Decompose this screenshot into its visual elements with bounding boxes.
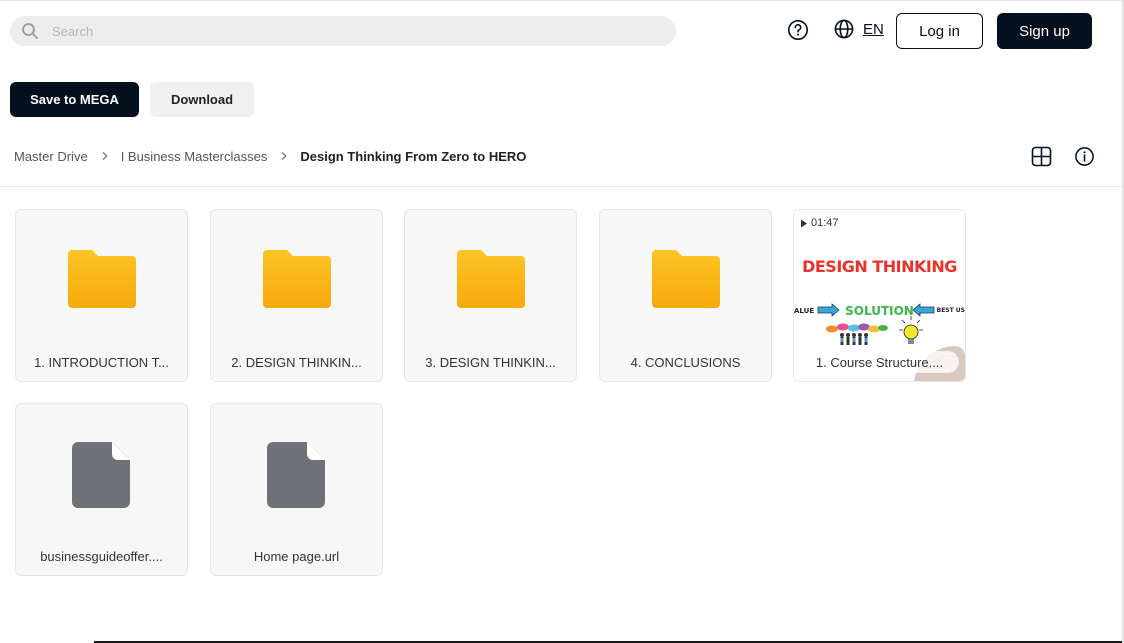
- play-icon: [801, 219, 807, 227]
- item-label: 3. DESIGN THINKIN...: [425, 355, 556, 370]
- folder-card[interactable]: 3. DESIGN THINKIN...: [404, 209, 577, 382]
- thumbnail-right-text: BEST US: [936, 307, 965, 314]
- search-input[interactable]: [52, 16, 652, 46]
- folder-card[interactable]: 4. CONCLUSIONS: [599, 209, 772, 382]
- download-button[interactable]: Download: [150, 82, 254, 117]
- chevron-right-icon: [102, 152, 108, 160]
- signup-button[interactable]: Sign up: [997, 13, 1092, 49]
- item-label: Home page.url: [253, 549, 340, 564]
- login-button[interactable]: Log in: [896, 13, 983, 49]
- folder-card[interactable]: 1. INTRODUCTION T...: [15, 209, 188, 382]
- breadcrumb-item-current: Design Thinking From Zero to HERO: [300, 148, 527, 164]
- file-card[interactable]: businessguideoffer....: [15, 403, 188, 576]
- video-duration: 01:47: [800, 217, 839, 229]
- file-icon: [267, 442, 325, 508]
- folder-icon: [68, 250, 136, 308]
- chevron-right-icon: [281, 152, 288, 160]
- header-divider: [0, 186, 1122, 187]
- globe-icon[interactable]: [833, 18, 855, 40]
- save-to-mega-button[interactable]: Save to MEGA: [10, 82, 139, 117]
- thumbnail-title: DESIGN THINKING: [802, 257, 957, 276]
- item-label: 1. Course Structure....: [815, 355, 944, 370]
- grid-view-icon[interactable]: [1031, 146, 1052, 167]
- duration-text: 01:47: [811, 217, 839, 229]
- item-label: 1. INTRODUCTION T...: [34, 355, 169, 370]
- search-icon: [22, 23, 38, 39]
- thumbnail-left-text: ALUE: [794, 307, 815, 315]
- file-card[interactable]: Home page.url: [210, 403, 383, 576]
- info-icon[interactable]: [1074, 146, 1095, 167]
- item-label: 2. DESIGN THINKIN...: [231, 355, 362, 370]
- breadcrumb-item-business-masterclasses[interactable]: I Business Masterclasses: [121, 149, 268, 164]
- help-icon[interactable]: [786, 18, 810, 42]
- breadcrumb-item-master-drive[interactable]: Master Drive: [14, 149, 88, 164]
- folder-icon: [263, 250, 331, 308]
- video-card[interactable]: 01:47 DESIGN THINKING SOLUTION ALUE BEST…: [793, 209, 966, 382]
- folder-icon: [457, 250, 525, 308]
- search-bar[interactable]: [10, 16, 676, 46]
- breadcrumb: Master Drive I Business Masterclasses De…: [14, 147, 526, 165]
- language-selector[interactable]: EN: [863, 21, 884, 38]
- item-label: 4. CONCLUSIONS: [630, 355, 741, 370]
- folder-card[interactable]: 2. DESIGN THINKIN...: [210, 209, 383, 382]
- folder-icon: [652, 250, 720, 308]
- page: EN Log in Sign up Save to MEGA Download …: [0, 0, 1124, 643]
- item-label: businessguideoffer....: [40, 549, 163, 564]
- file-icon: [72, 442, 130, 508]
